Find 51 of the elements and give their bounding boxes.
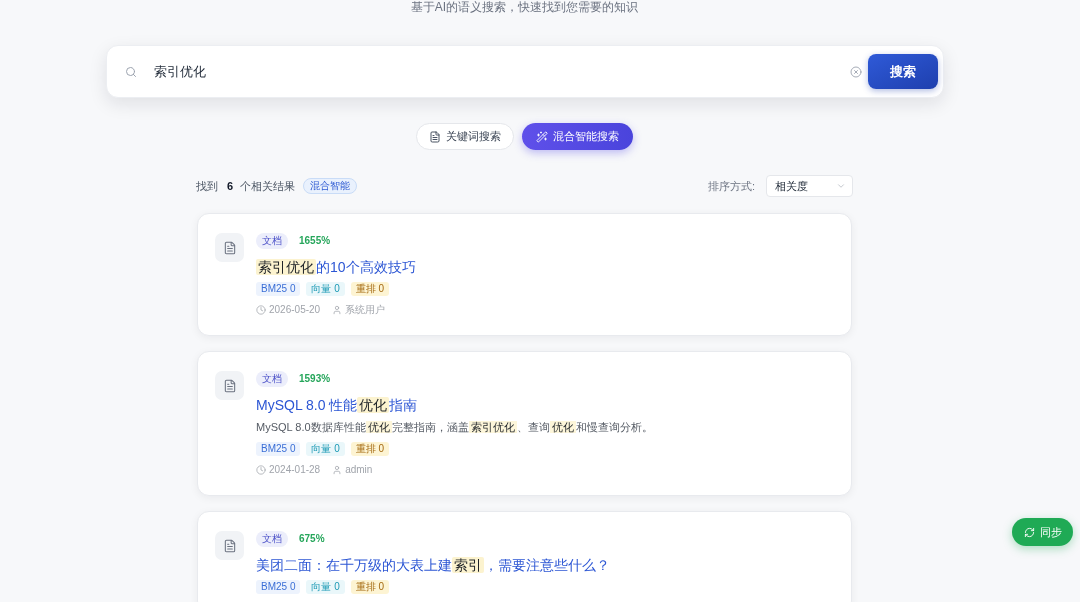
document-icon	[429, 130, 441, 143]
author-name: admin	[345, 463, 373, 477]
results-suffix: 个相关结果	[240, 178, 296, 194]
wand-icon	[536, 130, 548, 143]
relevance-score: 1593%	[299, 372, 331, 386]
score-tag: BM25 0	[256, 442, 301, 456]
clock-icon	[256, 465, 266, 475]
type-tag: 文档	[256, 233, 288, 249]
result-title[interactable]: MySQL 8.0 性能优化指南	[256, 395, 653, 415]
score-tag: 重排 0	[350, 580, 390, 594]
clock-icon	[256, 305, 266, 315]
result-card[interactable]: 文档 1655% 索引优化 的10个高效技巧 BM25 0 向量 0 重排 0 2026-05-20 系统用户	[197, 213, 852, 336]
clear-icon[interactable]	[849, 65, 862, 78]
results-count: 6	[227, 178, 234, 194]
result-card[interactable]: 文档 1593% MySQL 8.0 性能优化指南 MySQL 8.0数据库性能 优化 完整指南，涵盖 索引优化 、查询 优化 和慢查询分析。 BM25 0 向量 0 重排 0 2024-01-28 admin	[197, 351, 852, 496]
document-icon	[215, 233, 244, 262]
score-tag: 向量 0	[306, 282, 345, 296]
search-icon	[124, 65, 137, 78]
score-tag: 向量 0	[306, 580, 345, 594]
search-button[interactable]: 搜索	[867, 54, 938, 89]
score-tag: 重排 0	[350, 442, 390, 456]
type-tag: 文档	[256, 531, 288, 547]
user-icon	[332, 305, 343, 315]
score-tag: BM25 0	[256, 580, 301, 594]
document-icon	[215, 371, 244, 400]
mode-tab[interactable]: 混合智能搜索	[522, 123, 633, 150]
relevance-score: 1655%	[299, 234, 331, 248]
mode-badge: 混合智能	[303, 178, 358, 194]
page-subtitle: 基于AI的语义搜索，快速找到您需要的知识	[410, 0, 639, 14]
sort-select[interactable]: 相关度	[766, 175, 853, 197]
search-field[interactable]: 索引优化 搜索	[105, 45, 944, 98]
author-name: 系统用户	[345, 303, 386, 317]
score-tag: 向量 0	[306, 442, 345, 456]
result-title[interactable]: 美团二面：在千万级的大表上建 索引，需要注意些什么？	[256, 555, 610, 575]
score-tag: BM25 0	[256, 282, 301, 296]
document-icon	[215, 531, 244, 560]
result-title[interactable]: 索引优化 的10个高效技巧	[256, 257, 416, 277]
search-input[interactable]: 索引优化	[153, 56, 850, 87]
result-description: MySQL 8.0数据库性能 优化 完整指南，涵盖 索引优化 、查询 优化 和慢查询分析。	[256, 420, 653, 435]
date-text: 2024-01-28	[269, 463, 321, 477]
chevron-icon	[836, 181, 846, 191]
results-prefix: 找到	[196, 178, 218, 194]
date-text: 2026-05-20	[269, 303, 321, 317]
user-icon	[332, 465, 343, 475]
result-card[interactable]: 文档 675% 美团二面：在千万级的大表上建 索引，需要注意些什么？ BM25 0 向量 0 重排 0	[197, 511, 852, 602]
refresh-icon	[1023, 526, 1035, 538]
type-tag: 文档	[256, 371, 288, 387]
mode-tab[interactable]: 关键词搜索	[416, 123, 514, 150]
sort-label: 排序方式:	[707, 178, 755, 194]
score-tag: 重排 0	[350, 282, 390, 296]
relevance-score: 675%	[299, 532, 325, 546]
